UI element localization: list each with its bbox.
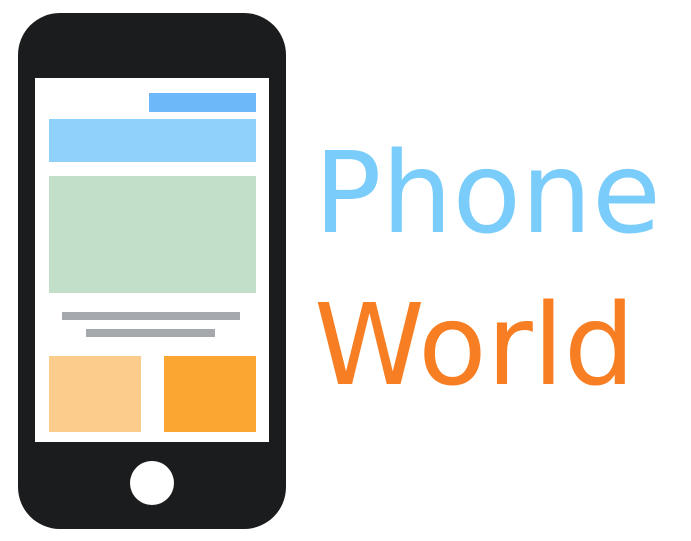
phone-world-logo [18,13,286,529]
home-button-icon [130,461,174,505]
screen-banner [49,119,256,162]
screen-text-line [86,329,215,337]
smartphone-icon [18,13,286,529]
logo-wordmark-world: World [314,281,635,411]
screen-text-line [62,312,240,320]
screen-card-right [164,356,256,432]
screen-hero-image [49,176,256,293]
logo-wordmark-phone: Phone [314,129,661,259]
screen-header-bar [149,93,256,112]
screen-card-left [49,356,141,432]
